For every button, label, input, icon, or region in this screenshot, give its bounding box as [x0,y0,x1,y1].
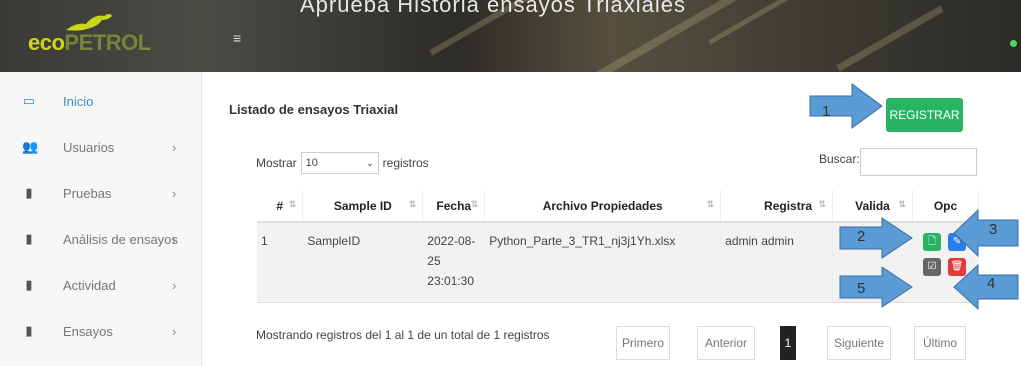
ecopetrol-logo[interactable]: ecoPETROL [28,14,151,56]
annotation-label-1: 1 [822,103,831,120]
page-length-select[interactable]: 10 ⌄ [300,152,379,174]
file-icon: 🗋 [927,236,936,247]
page-length-control: Mostrar 10 ⌄ registros [256,152,429,174]
users-icon: 👥 [22,139,39,154]
search-input[interactable] [860,148,977,176]
top-header: Aprueba Historia ensayos Triaxiales ecoP… [0,0,1021,72]
annotation-arrow-1 [809,83,883,129]
cell-registra: admin admin [720,222,834,303]
sort-icon: ⇅ [818,199,827,209]
cell-fecha: 2022-08-25 23:01:30 [422,222,486,303]
book-icon: ▮ [25,277,33,292]
pagination-previous[interactable]: Anterior [697,326,755,360]
header-caption: Aprueba Historia ensayos Triaxiales [300,0,686,17]
sidebar-item-ensayos[interactable]: ▮ Ensayos › [0,308,202,354]
annotation-arrow-2 [839,217,913,259]
chevron-right-icon: › [172,323,177,339]
view-file-button[interactable]: 🗋 [922,233,941,251]
search-label: Buscar: [819,152,860,166]
annotation-arrow-3 [953,208,1019,258]
book-icon: ▮ [25,185,33,200]
online-status-dot [1010,40,1017,47]
chevron-right-icon: › [172,231,177,247]
pagination-next[interactable]: Siguiente [827,326,891,360]
chevron-down-icon: ⌄ [366,157,374,168]
annotation-arrow-5 [839,266,913,308]
sidebar-item-actividad[interactable]: ▮ Actividad › [0,262,202,308]
book-icon: ▮ [25,323,33,338]
column-header-archivo[interactable]: Archivo Propiedades ⇅ [484,190,722,223]
sidebar-item-pruebas[interactable]: ▮ Pruebas › [0,170,202,216]
column-header-num[interactable]: # ⇅ [257,190,304,223]
table-info: Mostrando registros del 1 al 1 de un tot… [256,328,550,342]
validate-button[interactable]: ☑ [922,258,941,276]
sidebar-item-inicio[interactable]: ▭ Inicio [0,78,202,124]
column-header-registra[interactable]: Registra ⇅ [720,190,834,223]
sort-icon: ⇅ [898,199,906,209]
sidebar-item-usuarios[interactable]: 👥 Usuarios › [0,124,202,170]
menu-toggle-icon[interactable]: ≡ [233,30,241,46]
column-header-sample-id[interactable]: Sample ID ⇅ [302,190,424,223]
annotation-arrow-4 [953,263,1019,311]
cell-archivo: Python_Parte_3_TR1_nj3j1Yh.xlsx [484,222,722,303]
pagination-last[interactable]: Último [914,326,966,360]
sidebar: ▭ Inicio 👥 Usuarios › ▮ Pruebas › ▮ Anál… [0,72,202,366]
pagination-first[interactable]: Primero [616,326,670,360]
chevron-right-icon: › [172,277,177,293]
sidebar-item-analisis[interactable]: ▮ Análisis de ensayos › [0,216,202,262]
pagination-page-1[interactable]: 1 [780,326,796,360]
sort-icon: ⇅ [408,199,417,209]
sort-icon: ⇅ [706,199,715,209]
check-icon: ☑ [927,261,937,272]
annotation-label-5: 5 [857,280,866,297]
cell-num: 1 [257,222,304,303]
registrar-button[interactable]: REGISTRAR [886,98,963,132]
annotation-label-3: 3 [989,221,998,238]
annotation-label-2: 2 [857,228,866,245]
cell-sample-id: SampleID [302,222,424,303]
chevron-right-icon: › [172,185,177,201]
column-header-fecha[interactable]: Fecha ⇅ [422,190,486,223]
sort-icon: ⇅ [288,199,297,209]
annotation-label-4: 4 [987,275,996,292]
page-title: Listado de ensayos Triaxial [229,102,399,117]
chevron-right-icon: › [172,139,177,155]
book-icon: ▮ [25,231,33,246]
sort-icon: ⇅ [470,199,479,209]
monitor-icon: ▭ [22,93,36,108]
